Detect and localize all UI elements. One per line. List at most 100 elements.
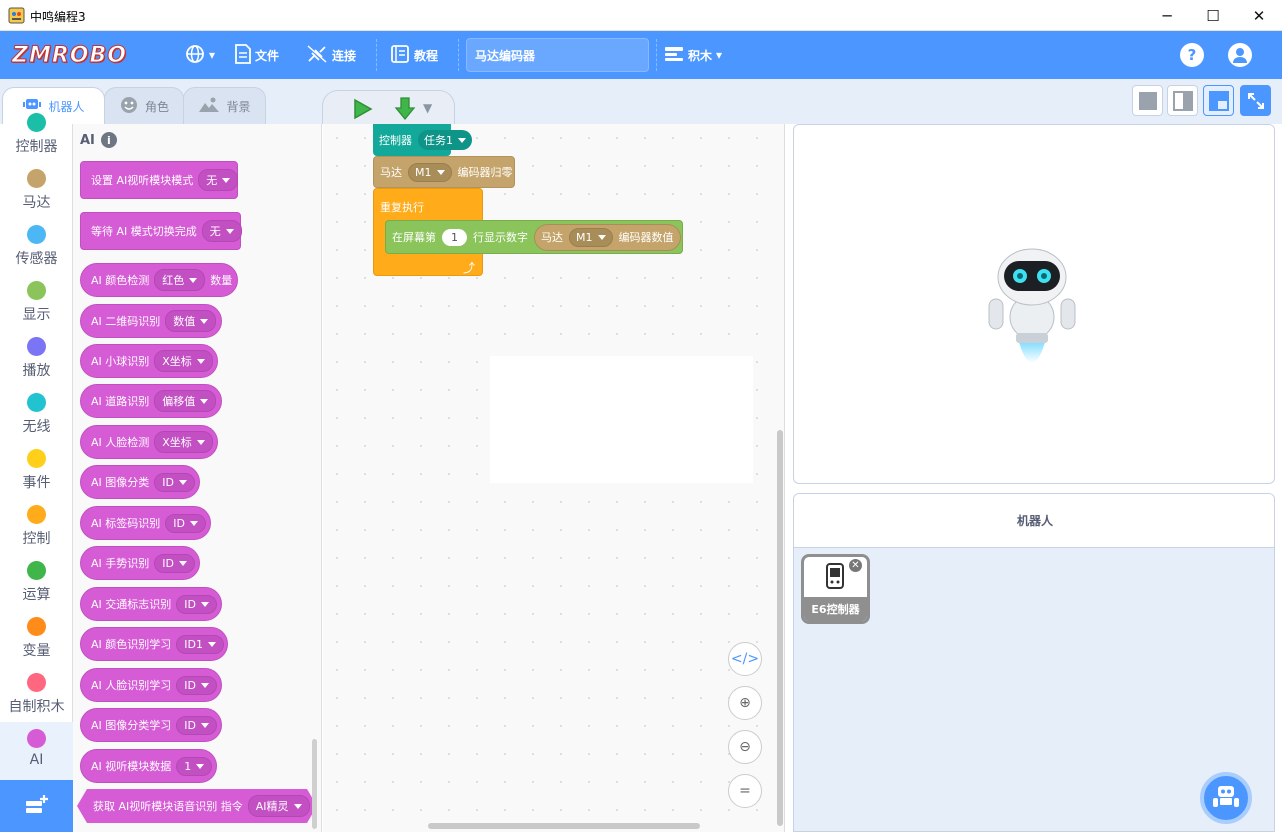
block-ai-face-learn[interactable]: AI 人脸识别学习 ID: [80, 668, 222, 702]
block-dropdown[interactable]: ID: [165, 513, 206, 533]
block-dropdown[interactable]: ID: [176, 675, 217, 695]
connect-menu[interactable]: 连接: [306, 44, 356, 65]
zoom-reset-button[interactable]: =: [728, 774, 762, 808]
tab-backdrop[interactable]: 背景: [183, 87, 266, 124]
tab-sprite[interactable]: 角色: [104, 87, 184, 124]
motor-reset-block[interactable]: 马达 M1 编码器归零: [373, 156, 515, 188]
small-stage-button[interactable]: [1132, 85, 1163, 116]
block-ai-qrcode[interactable]: AI 二维码识别 数值: [80, 304, 222, 338]
block-dropdown[interactable]: ID: [176, 715, 217, 735]
category-sensor[interactable]: 传感器: [0, 224, 73, 280]
controller-device-icon: [826, 563, 844, 592]
task-dropdown[interactable]: 任务1: [418, 130, 472, 150]
block-ai-ball[interactable]: AI 小球识别 X坐标: [80, 344, 218, 378]
close-window-button[interactable]: ✕: [1236, 0, 1282, 31]
block-label: AI 道路识别: [91, 395, 150, 408]
category-display[interactable]: 显示: [0, 280, 73, 336]
face-icon: [119, 95, 139, 118]
blocks-mode-menu[interactable]: 积木 ▾: [664, 45, 722, 65]
block-ai-road[interactable]: AI 道路识别 偏移值: [80, 384, 222, 418]
display-number-block[interactable]: 在屏幕第 1 行显示数字 马达 M1 编码器数值: [385, 220, 683, 254]
motor-value-reporter[interactable]: 马达 M1 编码器数值: [534, 223, 681, 251]
close-icon[interactable]: ✕: [849, 559, 862, 572]
block-label: AI 交通标志识别: [91, 598, 172, 611]
fullscreen-button[interactable]: [1240, 85, 1271, 116]
minimize-button[interactable]: ─: [1144, 0, 1190, 31]
project-name-input[interactable]: [466, 38, 649, 72]
category-controller[interactable]: 控制器: [0, 112, 73, 168]
category-menu: 控制器 马达 传感器 显示 播放 无线 事件 控制 运算 变量 自制积木 AI: [0, 113, 73, 780]
block-dropdown[interactable]: 数值: [165, 310, 217, 332]
block-ai-image-learn[interactable]: AI 图像分类学习 ID: [80, 708, 222, 742]
zoom-in-button[interactable]: ⊕: [728, 686, 762, 720]
block-ai-traffic-sign[interactable]: AI 交通标志识别 ID: [80, 587, 222, 621]
motor-port-dropdown[interactable]: M1: [569, 227, 613, 247]
block-ai-gesture[interactable]: AI 手势识别 ID: [80, 546, 200, 580]
motor-port-dropdown[interactable]: M1: [408, 162, 452, 182]
block-dropdown[interactable]: X坐标: [154, 431, 213, 453]
add-extension-button[interactable]: [0, 780, 73, 832]
block-set-ai-mode[interactable]: 设置 AI视听模块模式 无: [80, 161, 239, 199]
block-wait-ai-mode[interactable]: 等待 AI 模式切换完成 无: [80, 212, 242, 250]
line-number-input[interactable]: 1: [442, 228, 467, 246]
category-motor[interactable]: 马达: [0, 168, 73, 224]
block-ai-tag[interactable]: AI 标签码识别 ID: [80, 506, 211, 540]
block-dropdown[interactable]: X坐标: [154, 350, 213, 372]
category-label: 事件: [22, 475, 51, 491]
category-dot: [27, 393, 46, 412]
category-sound[interactable]: 播放: [0, 336, 73, 392]
category-operators[interactable]: 运算: [0, 560, 73, 616]
normal-stage-button[interactable]: [1203, 85, 1234, 116]
device-card[interactable]: ✕ E6控制器: [801, 554, 870, 624]
maximize-button[interactable]: ☐: [1190, 0, 1236, 31]
code-view-button[interactable]: </>: [728, 642, 762, 676]
block-dropdown[interactable]: 无: [201, 220, 242, 242]
block-dropdown[interactable]: ID1: [176, 634, 224, 654]
block-ai-module-data[interactable]: AI 视听模块数据 1: [80, 749, 217, 783]
tutorial-menu[interactable]: 教程: [390, 44, 438, 65]
file-icon: [235, 43, 251, 67]
block-dropdown[interactable]: ID: [176, 594, 217, 614]
code-workspace[interactable]: 控制器 任务1 马达 M1 编码器归零 重复执行 ⤴ 在屏幕第 1 行显示数字 …: [323, 124, 785, 832]
block-dropdown[interactable]: 红色: [154, 269, 206, 291]
split-stage-button[interactable]: [1167, 85, 1198, 116]
add-robot-button[interactable]: [1200, 772, 1252, 824]
run-icon[interactable]: [353, 98, 373, 123]
download-icon[interactable]: [394, 97, 416, 124]
category-events[interactable]: 事件: [0, 448, 73, 504]
block-dropdown[interactable]: AI精灵: [248, 795, 310, 817]
block-dropdown[interactable]: 无: [198, 169, 239, 191]
help-icon[interactable]: ?: [1180, 43, 1204, 67]
category-control[interactable]: 控制: [0, 504, 73, 560]
category-dot: [27, 337, 46, 356]
info-icon[interactable]: i: [100, 132, 117, 148]
category-variables[interactable]: 变量: [0, 616, 73, 672]
block-ai-image-classify[interactable]: AI 图像分类 ID: [80, 465, 200, 499]
controller-hat-block[interactable]: 控制器 任务1: [373, 124, 472, 156]
block-dropdown[interactable]: ID: [154, 553, 195, 573]
workspace-horizontal-scrollbar[interactable]: [428, 823, 700, 829]
block-ai-color-learn[interactable]: AI 颜色识别学习 ID1: [80, 627, 228, 661]
chevron-down-icon[interactable]: ▼: [423, 101, 432, 115]
account-icon[interactable]: [1228, 43, 1252, 67]
block-dropdown[interactable]: ID: [154, 472, 195, 492]
category-ai[interactable]: AI: [0, 722, 73, 780]
palette-title: AI i: [80, 132, 117, 148]
block-dropdown[interactable]: 1: [176, 756, 213, 776]
palette-scrollbar[interactable]: [312, 739, 317, 829]
block-ai-color-detect[interactable]: AI 颜色检测 红色 数量: [80, 263, 238, 297]
block-ai-voice-command[interactable]: 获取 AI视听模块语音识别 指令 AI精灵: [77, 789, 317, 823]
stage[interactable]: [793, 124, 1275, 484]
category-dot: [27, 617, 46, 636]
language-menu[interactable]: ▾: [185, 44, 215, 65]
file-menu[interactable]: 文件: [235, 43, 279, 67]
category-my-blocks[interactable]: 自制积木: [0, 672, 73, 728]
block-dropdown[interactable]: 偏移值: [154, 390, 217, 412]
workspace-vertical-scrollbar[interactable]: [777, 430, 783, 826]
category-wireless[interactable]: 无线: [0, 392, 73, 448]
zoom-out-button[interactable]: ⊖: [728, 730, 762, 764]
block-suffix: 数量: [210, 274, 233, 287]
block-ai-face-detect[interactable]: AI 人脸检测 X坐标: [80, 425, 218, 459]
window-title: 中鸣编程3: [30, 10, 86, 24]
block-label: AI 视听模块数据: [91, 760, 172, 773]
